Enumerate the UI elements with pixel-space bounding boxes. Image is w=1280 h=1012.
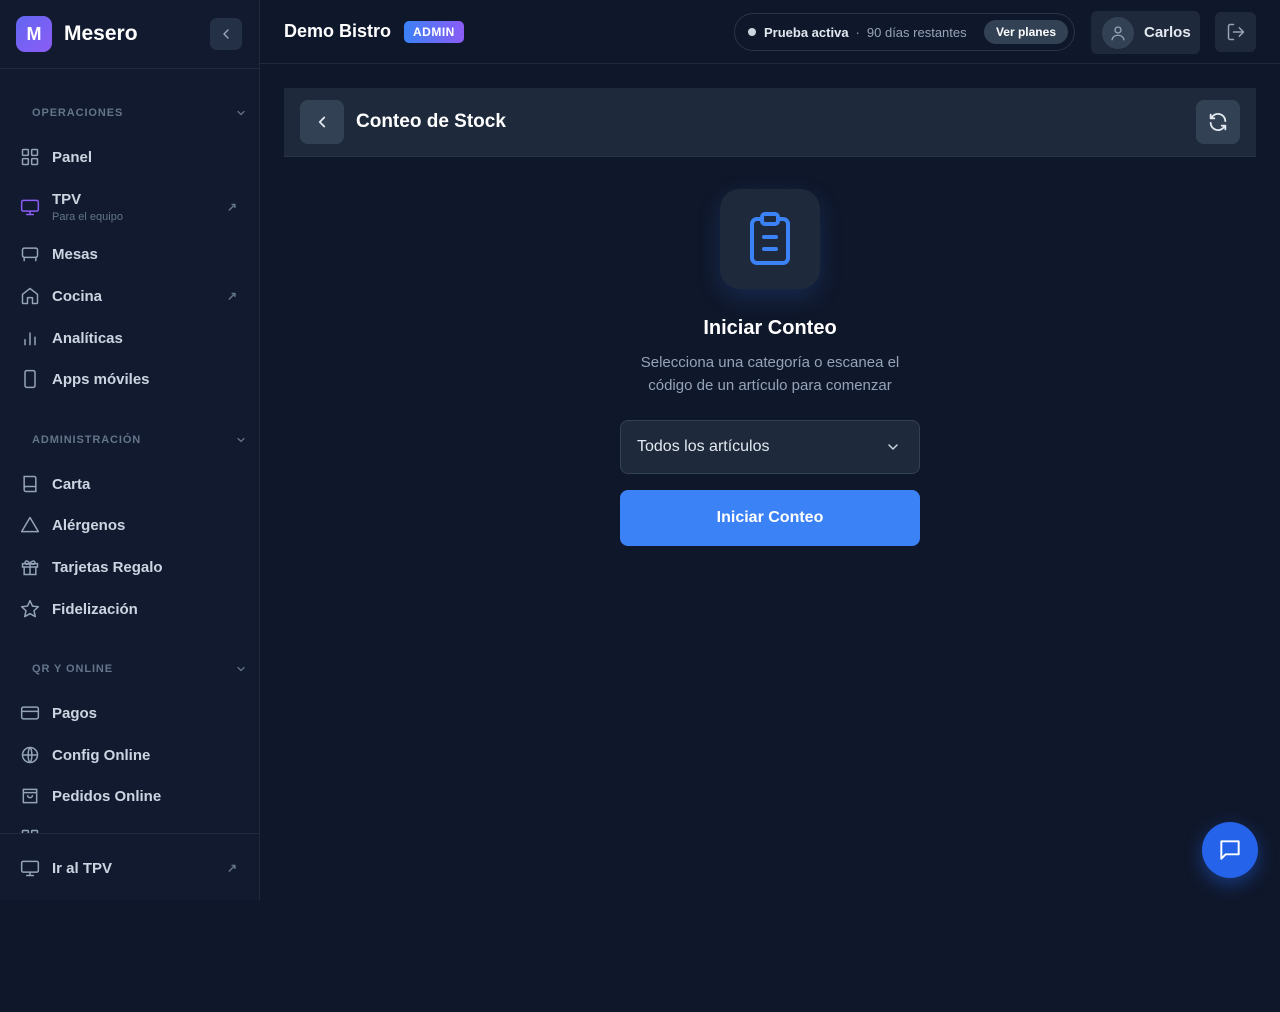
user-name: Carlos xyxy=(1144,24,1191,41)
sidebar-item-label: Carta xyxy=(52,475,91,493)
sidebar-item-fidelizacion[interactable]: Fidelización xyxy=(0,598,259,620)
business-name: Demo Bistro xyxy=(284,21,392,41)
table-icon xyxy=(20,244,40,264)
empty-state-description: Selecciona una categoría o escanea el có… xyxy=(640,354,900,394)
warning-icon xyxy=(20,515,40,535)
brand-logo[interactable]: M xyxy=(16,16,52,52)
empty-state-title: Iniciar Conteo xyxy=(703,317,837,339)
refresh-button[interactable] xyxy=(1196,100,1240,144)
chevron-down-icon xyxy=(237,437,245,443)
page-title: Conteo de Stock xyxy=(356,111,506,132)
sidebar-item-pedidos-online[interactable]: Pedidos Online xyxy=(0,785,259,807)
chat-button[interactable] xyxy=(1202,822,1258,878)
section-title: QR Y ONLINE xyxy=(32,663,114,675)
sidebar-item-tpv[interactable]: TPV Para el equipo ↗ xyxy=(0,185,259,229)
globe-icon xyxy=(20,745,40,765)
logout-button[interactable] xyxy=(1215,12,1256,52)
sidebar-item-apps-moviles[interactable]: Apps móviles xyxy=(0,368,259,390)
section-header-administracion[interactable]: ADMINISTRACIÓN xyxy=(0,430,259,450)
chevron-down-icon xyxy=(237,666,245,672)
chevron-left-icon xyxy=(318,116,326,128)
shopping-bag-icon xyxy=(20,786,40,806)
gift-icon xyxy=(20,557,40,577)
chevron-down-icon xyxy=(888,444,898,450)
category-select-value: Todos los artículos xyxy=(637,438,770,455)
external-link-icon: ↗ xyxy=(226,861,237,875)
credit-card-icon xyxy=(20,703,40,723)
user-menu[interactable]: Carlos xyxy=(1091,11,1200,54)
chevron-left-icon xyxy=(223,29,229,39)
monitor-icon xyxy=(20,197,40,217)
sidebar-item-label: Fidelización xyxy=(52,600,138,618)
sidebar-item-sublabel: Para el equipo xyxy=(52,211,123,223)
sidebar-item-mesas[interactable]: Mesas xyxy=(0,243,259,265)
sidebar-item-label: Tarjetas Regalo xyxy=(52,558,163,576)
back-button[interactable] xyxy=(300,100,344,144)
external-link-icon: ↗ xyxy=(226,289,237,303)
refresh-icon xyxy=(1209,113,1227,131)
clipboard-icon xyxy=(750,212,790,265)
phone-icon xyxy=(20,369,40,389)
bar-chart-icon xyxy=(20,328,40,348)
grid-icon xyxy=(20,147,40,167)
brand-header: M Mesero xyxy=(0,0,259,69)
monitor-icon xyxy=(20,858,40,878)
sidebar: M Mesero OPERACIONES Panel TPV Para el e… xyxy=(0,0,260,900)
chat-icon xyxy=(1220,840,1240,860)
page-header: Conteo de Stock xyxy=(284,88,1256,157)
user-icon xyxy=(1111,25,1125,40)
sidebar-item-label: Panel xyxy=(52,148,93,166)
section-header-operaciones[interactable]: OPERACIONES xyxy=(0,103,259,123)
section-title: ADMINISTRACIÓN xyxy=(32,434,142,446)
sidebar-item-alergenos[interactable]: Alérgenos xyxy=(0,514,259,536)
chevron-down-icon xyxy=(237,110,245,116)
go-to-tpv-link[interactable]: Ir al TPV ↗ xyxy=(0,857,259,879)
separator: · xyxy=(855,24,860,40)
topbar: Demo Bistro ADMIN Prueba activa · 90 día… xyxy=(260,0,1280,64)
trial-remaining: 90 días restantes xyxy=(866,24,967,40)
clipboard-icon-tile xyxy=(720,189,820,289)
sidebar-item-label: Apps móviles xyxy=(52,370,150,388)
external-link-icon: ↗ xyxy=(226,200,237,214)
sidebar-nav[interactable]: OPERACIONES Panel TPV Para el equipo ↗ M… xyxy=(0,69,259,833)
role-badge: ADMIN xyxy=(404,20,464,43)
section-header-qr-online[interactable]: QR Y ONLINE xyxy=(0,659,259,679)
view-plans-button[interactable]: Ver planes xyxy=(983,20,1068,44)
sidebar-item-label: Pedidos Online xyxy=(52,787,162,805)
collapse-sidebar-button[interactable] xyxy=(210,18,242,50)
sidebar-item-analiticas[interactable]: Analíticas xyxy=(0,327,259,349)
sidebar-item-label: Analíticas xyxy=(52,329,123,347)
start-count-button[interactable]: Iniciar Conteo xyxy=(620,490,920,546)
sidebar-item-label: Pagos xyxy=(52,704,98,722)
category-select[interactable]: Todos los artículos xyxy=(620,420,920,474)
sidebar-footer: Ir al TPV ↗ xyxy=(0,833,259,900)
sidebar-item-label: Cocina xyxy=(52,287,103,305)
sidebar-item-label: Mesas xyxy=(52,245,98,263)
brand-name: Mesero xyxy=(64,22,138,45)
trial-status-pill: Prueba activa · 90 días restantes Ver pl… xyxy=(734,13,1075,51)
sidebar-item-text: TPV Para el equipo xyxy=(52,191,123,223)
sidebar-item-panel[interactable]: Panel xyxy=(0,146,259,168)
sidebar-item-tarjetas-regalo[interactable]: Tarjetas Regalo xyxy=(0,556,259,578)
sidebar-item-config-online[interactable]: Config Online xyxy=(0,744,259,766)
sidebar-item-pagos[interactable]: Pagos xyxy=(0,702,259,724)
avatar xyxy=(1102,16,1134,49)
sidebar-item-label: Config Online xyxy=(52,746,151,764)
home-icon xyxy=(20,286,40,306)
trial-status: Prueba activa xyxy=(764,24,849,40)
sidebar-item-cocina[interactable]: Cocina ↗ xyxy=(0,285,259,307)
sidebar-item-label: Ir al TPV xyxy=(52,859,113,877)
sidebar-item-label: TPV xyxy=(52,191,82,208)
status-dot xyxy=(748,28,756,36)
section-title: OPERACIONES xyxy=(32,107,124,119)
sidebar-item-carta[interactable]: Carta xyxy=(0,473,259,495)
logout-icon xyxy=(1227,23,1244,41)
star-icon xyxy=(20,599,40,619)
book-icon xyxy=(20,474,40,494)
sidebar-item-label: Alérgenos xyxy=(52,516,126,534)
